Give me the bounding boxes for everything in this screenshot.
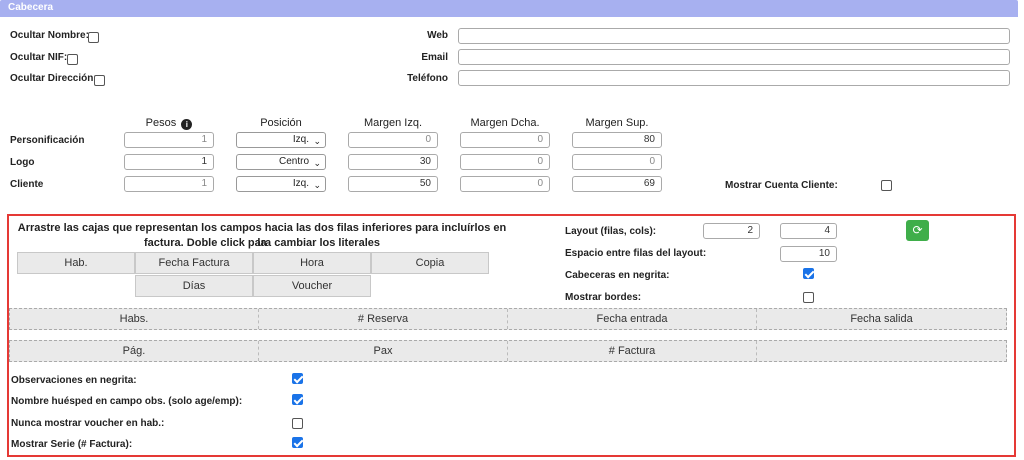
layout-cell[interactable]: # Factura bbox=[508, 341, 757, 361]
field-box-voucher[interactable]: Voucher bbox=[253, 275, 371, 297]
layout-cell[interactable]: Fecha salida bbox=[757, 309, 1006, 329]
margen-izq-input[interactable]: 0 bbox=[348, 132, 438, 148]
web-label: Web bbox=[427, 30, 448, 41]
margen-dcha-input[interactable]: 0 bbox=[460, 176, 550, 192]
pesos-input[interactable]: 1 bbox=[124, 154, 214, 170]
header-margen-dcha: Margen Dcha. bbox=[470, 117, 540, 129]
chevron-down-icon: ⌄ bbox=[313, 180, 321, 190]
ocultar-nif-label: Ocultar NIF: bbox=[10, 52, 68, 63]
refresh-button[interactable]: ⟳ bbox=[906, 220, 929, 241]
telefono-input[interactable] bbox=[458, 70, 1010, 86]
header-margen-izq: Margen Izq. bbox=[363, 117, 423, 129]
bordes-label: Mostrar bordes: bbox=[565, 292, 642, 303]
cabeceras-label: Cabeceras en negrita: bbox=[565, 270, 670, 281]
margen-sup-input[interactable]: 0 bbox=[572, 154, 662, 170]
nunca-voucher-checkbox[interactable] bbox=[292, 416, 303, 429]
row-label-cliente: Cliente bbox=[10, 179, 44, 190]
margen-sup-input[interactable]: 69 bbox=[572, 176, 662, 192]
posicion-select[interactable]: Centro ⌄ bbox=[236, 154, 326, 170]
field-box-hab[interactable]: Hab. bbox=[17, 252, 135, 274]
ocultar-nif-checkbox[interactable] bbox=[67, 52, 78, 65]
web-input[interactable] bbox=[458, 28, 1010, 44]
field-box-dias[interactable]: Días bbox=[135, 275, 253, 297]
header-posicion: Posición bbox=[260, 117, 302, 129]
field-box-hora[interactable]: Hora bbox=[253, 252, 371, 274]
posicion-select[interactable]: Izq. ⌄ bbox=[236, 176, 326, 192]
section-title: Cabecera bbox=[8, 2, 54, 13]
layout-rows-input[interactable]: 2 bbox=[703, 223, 760, 239]
layout-cell[interactable] bbox=[757, 341, 1006, 361]
field-box-copia[interactable]: Copia bbox=[371, 252, 489, 274]
posicion-select[interactable]: Izq. ⌄ bbox=[236, 132, 326, 148]
obs-negrita-label: Observaciones en negrita: bbox=[11, 375, 137, 386]
layout-label: Layout (filas, cols): bbox=[565, 226, 657, 237]
mostrar-serie-checkbox[interactable] bbox=[292, 437, 303, 448]
mostrar-serie-label: Mostrar Serie (# Factura): bbox=[11, 439, 133, 450]
cabeceras-checkbox[interactable] bbox=[803, 268, 814, 279]
espacio-label: Espacio entre filas del layout: bbox=[565, 248, 707, 259]
mostrar-cuenta-label: Mostrar Cuenta Cliente: bbox=[725, 180, 838, 191]
section-header: Cabecera bbox=[0, 0, 1018, 17]
instruction-line-2: factura. Doble click para cambiar los li… bbox=[144, 237, 380, 249]
email-label: Email bbox=[421, 52, 448, 63]
nombre-huesped-label: Nombre huésped en campo obs. (solo age/e… bbox=[11, 396, 243, 407]
chevron-down-icon: ⌄ bbox=[313, 158, 321, 168]
margen-sup-input[interactable]: 80 bbox=[572, 132, 662, 148]
layout-cols-input[interactable]: 4 bbox=[780, 223, 837, 239]
margen-izq-input[interactable]: 50 bbox=[348, 176, 438, 192]
telefono-label: Teléfono bbox=[407, 73, 448, 84]
chevron-down-icon: ⌄ bbox=[313, 136, 321, 146]
margen-dcha-input[interactable]: 0 bbox=[460, 154, 550, 170]
nombre-huesped-checkbox[interactable] bbox=[292, 394, 303, 405]
margen-dcha-input[interactable]: 0 bbox=[460, 132, 550, 148]
layout-cell[interactable]: # Reserva bbox=[259, 309, 508, 329]
espacio-input[interactable]: 10 bbox=[780, 246, 837, 262]
obs-negrita-checkbox[interactable] bbox=[292, 373, 303, 384]
field-box-fecha-factura[interactable]: Fecha Factura bbox=[135, 252, 253, 274]
bordes-checkbox[interactable] bbox=[803, 290, 814, 303]
layout-row-2[interactable]: Pág. Pax # Factura bbox=[9, 340, 1007, 362]
ocultar-nombre-checkbox[interactable] bbox=[88, 30, 99, 43]
row-label-personificacion: Personificación bbox=[10, 135, 85, 146]
layout-cell[interactable]: Pax bbox=[259, 341, 508, 361]
email-input[interactable] bbox=[458, 49, 1010, 65]
layout-cell[interactable]: Fecha entrada bbox=[508, 309, 757, 329]
refresh-icon: ⟳ bbox=[912, 223, 923, 237]
margen-izq-input[interactable]: 30 bbox=[348, 154, 438, 170]
pesos-input[interactable]: 1 bbox=[124, 176, 214, 192]
ocultar-direccion-label: Ocultar Dirección: bbox=[10, 73, 97, 84]
layout-cell[interactable]: Pág. bbox=[10, 341, 259, 361]
row-label-logo: Logo bbox=[10, 157, 35, 168]
pesos-input[interactable]: 1 bbox=[124, 132, 214, 148]
header-margen-sup: Margen Sup. bbox=[585, 117, 649, 129]
nunca-voucher-label: Nunca mostrar voucher en hab.: bbox=[11, 418, 165, 429]
ocultar-direccion-checkbox[interactable] bbox=[94, 73, 105, 86]
ocultar-nombre-label: Ocultar Nombre: bbox=[10, 30, 89, 41]
header-pesos: Pesos i bbox=[124, 117, 214, 130]
info-icon[interactable]: i bbox=[181, 119, 193, 130]
layout-row-1[interactable]: Habs. # Reserva Fecha entrada Fecha sali… bbox=[9, 308, 1007, 330]
layout-cell[interactable]: Habs. bbox=[10, 309, 259, 329]
mostrar-cuenta-checkbox[interactable] bbox=[881, 178, 892, 191]
